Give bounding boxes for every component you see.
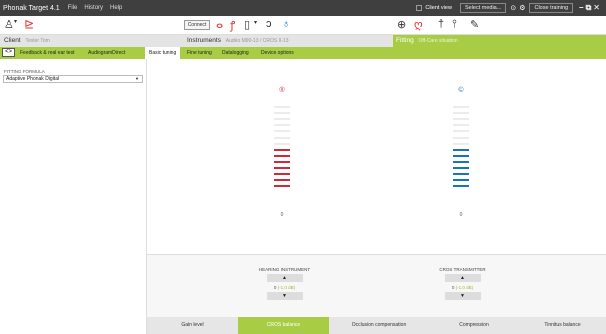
toolbar: ♙ ▾ ⊵ Connect ⴰ ꝭ ▯ ▾ ↄ ♁ ⊕ ღ † ⫯ ✎ [0, 16, 606, 35]
client-view-label: Client view [425, 5, 452, 11]
close-training-button[interactable]: Close training [529, 3, 574, 13]
fitting-label: Fitting [396, 37, 414, 44]
fitting-section[interactable]: Fitting Off-Care situation [393, 35, 606, 47]
fitting-tabs: <> Feedback & real ear test AudiogramDir… [0, 47, 606, 59]
fitting-detail: Off-Care situation [418, 38, 458, 44]
right-level-bar [274, 136, 290, 139]
right-ear-value: 0 [280, 212, 284, 218]
right-level-bar [274, 185, 290, 188]
tab-datalogging[interactable]: Datalogging [222, 47, 249, 59]
left-level-bar [453, 130, 469, 133]
accessory-icon[interactable]: ▯ [244, 18, 250, 31]
bottom-tabs: Gain level CROS balance Occlusion compen… [147, 317, 606, 334]
cros-transmitter-value: 0 (-1.0 dB) [451, 285, 474, 290]
instruments-label: Instruments [187, 37, 221, 44]
tab-fine-tuning[interactable]: Fine tuning [187, 47, 212, 59]
left-level-bar [453, 185, 469, 188]
tab-device-options[interactable]: Device options [261, 47, 294, 59]
left-level-bar [453, 142, 469, 145]
right-level-bar [274, 130, 290, 133]
left-level-bar [453, 124, 469, 127]
info-bar: Client Tester Tom Instruments Audéo M90-… [0, 35, 606, 47]
feedback-icon[interactable]: ღ [414, 18, 423, 31]
audiogram-icon[interactable]: ⊵ [24, 17, 34, 31]
instruments-detail: Audéo M90-13 / CROS II-13 [225, 38, 289, 44]
settings-icon[interactable]: ⚙ [519, 4, 525, 12]
cros-transmitter-down-button[interactable]: ▼ [444, 292, 481, 300]
fitting-formula-value: Adaptive Phonak Digital [6, 76, 60, 82]
accessory-dropdown-icon[interactable]: ▾ [254, 19, 257, 26]
menu-history[interactable]: History [84, 5, 103, 11]
right-level-bar [274, 148, 290, 151]
window-controls[interactable]: –⧉✕ [579, 3, 602, 13]
microphone-icon[interactable]: ♁ [282, 18, 290, 30]
right-level-bar [274, 118, 290, 121]
right-level-bar [274, 154, 290, 157]
globe-icon[interactable]: ⊕ [397, 18, 406, 31]
tab-basic-tuning[interactable]: Basic tuning [145, 47, 181, 59]
tools-icon[interactable]: ✎ [470, 18, 479, 31]
fitting-formula-label: FITTING FORMULA [4, 69, 45, 74]
menu-file[interactable]: File [68, 5, 78, 11]
right-level-bar [274, 173, 290, 176]
right-level-bar [274, 112, 290, 115]
left-level-bar [453, 173, 469, 176]
left-level-bar [453, 148, 469, 151]
right-level-bar [274, 179, 290, 182]
client-dropdown-icon[interactable]: ▾ [14, 18, 17, 25]
client-icon[interactable]: ♙ [4, 18, 14, 31]
tab-nav-arrows[interactable]: <> [2, 48, 15, 57]
cros-transmitter-control: CROS TRANSMITTER ▲ 0 (-1.0 dB) ▼ [435, 267, 490, 300]
tab-feedback[interactable]: Feedback & real ear test [20, 47, 74, 59]
left-level-bar [453, 154, 469, 157]
left-level-bar [453, 160, 469, 163]
tab-cros-balance[interactable]: CROS balance [238, 317, 329, 334]
left-level-bar [453, 112, 469, 115]
left-level-bar [453, 118, 469, 121]
acoustics-icon[interactable]: ꝭ [230, 18, 235, 33]
tab-tinnitus-balance[interactable]: Tinnitus balance [519, 317, 606, 334]
title-bar: Phonak Target 4.1 File History Help Clie… [0, 0, 606, 16]
hearing-instrument-title: HEARING INSTRUMENT [258, 267, 311, 272]
receiver-icon[interactable]: ↄ [266, 18, 272, 30]
tab-compression[interactable]: Compression [429, 317, 519, 334]
tab-occlusion-compensation[interactable]: Occlusion compensation [329, 317, 429, 334]
hearing-instrument-value: 0 (-1.0 dB) [273, 285, 296, 290]
right-level-bar [274, 160, 290, 163]
fine-tuning-icon[interactable]: † [438, 18, 444, 30]
left-ear-value: 0 [459, 212, 463, 218]
balance-panel: HEARING INSTRUMENT ▲ 0 (-1.0 dB) ▼ CROS … [147, 254, 606, 317]
hearing-instrument-up-button[interactable]: ▲ [266, 274, 303, 282]
app-title: Phonak Target 4.1 [3, 4, 60, 12]
left-level-bar [453, 136, 469, 139]
right-level-bar [274, 167, 290, 169]
left-level-bar [453, 179, 469, 182]
menu-help[interactable]: Help [110, 5, 122, 11]
connect-button[interactable]: Connect [184, 20, 210, 30]
right-level-bar [274, 142, 290, 145]
client-name: Tester Tom [25, 38, 50, 44]
left-ear-symbol: © [458, 87, 464, 94]
cros-transmitter-title: CROS TRANSMITTER [439, 267, 486, 272]
cros-transmitter-up-button[interactable]: ▲ [444, 274, 481, 282]
right-ear-symbol: ® [279, 87, 285, 94]
tab-audiogramdirect[interactable]: AudiogramDirect [88, 47, 125, 59]
right-level-bar [274, 106, 290, 108]
left-level-bar [453, 106, 469, 108]
select-media-dropdown[interactable]: Select media... [459, 3, 507, 13]
help-icon[interactable]: ⊙ [510, 4, 516, 12]
right-level-bar [274, 124, 290, 127]
client-label: Client [4, 37, 21, 44]
tab-gain-level[interactable]: Gain level [147, 317, 238, 334]
left-level-bar [453, 167, 469, 169]
equalizer-icon[interactable]: ⫯ [452, 18, 457, 31]
sidebar: FITTING FORMULA Adaptive Phonak Digital … [0, 59, 147, 334]
hearing-instrument-control: HEARING INSTRUMENT ▲ 0 (-1.0 dB) ▼ [257, 267, 312, 300]
hearing-instrument-down-button[interactable]: ▼ [266, 292, 303, 300]
chevron-down-icon: ▼ [135, 76, 139, 81]
hearing-aids-icon[interactable]: ⴰ [216, 18, 223, 31]
fitting-formula-select[interactable]: Adaptive Phonak Digital ▼ [3, 75, 143, 83]
client-view-checkbox[interactable] [416, 5, 423, 11]
